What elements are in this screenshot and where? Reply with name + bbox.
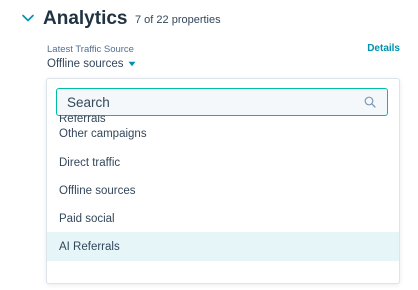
- search-input[interactable]: [57, 89, 347, 115]
- property-label: Latest Traffic Source: [47, 44, 134, 55]
- chevron-down-icon[interactable]: [21, 11, 35, 25]
- dropdown-menu: Referrals Other campaigns Direct traffic…: [46, 78, 400, 284]
- option-paid-social[interactable]: Paid social: [47, 204, 399, 233]
- section-property-count: 7 of 22 properties: [135, 14, 221, 26]
- section-title: Analytics: [43, 8, 128, 29]
- property-value: Offline sources: [47, 58, 124, 70]
- search-box[interactable]: [56, 88, 388, 116]
- option-ai-referrals[interactable]: AI Referrals: [47, 232, 399, 261]
- details-link[interactable]: Details: [367, 43, 400, 54]
- option-direct-traffic[interactable]: Direct traffic: [47, 148, 399, 177]
- property-value-dropdown-toggle[interactable]: Offline sources: [47, 58, 136, 70]
- caret-down-icon: [128, 61, 135, 67]
- option-other-campaigns[interactable]: Other campaigns: [47, 119, 399, 148]
- option-offline-sources[interactable]: Offline sources: [47, 176, 399, 205]
- search-icon: [364, 96, 376, 108]
